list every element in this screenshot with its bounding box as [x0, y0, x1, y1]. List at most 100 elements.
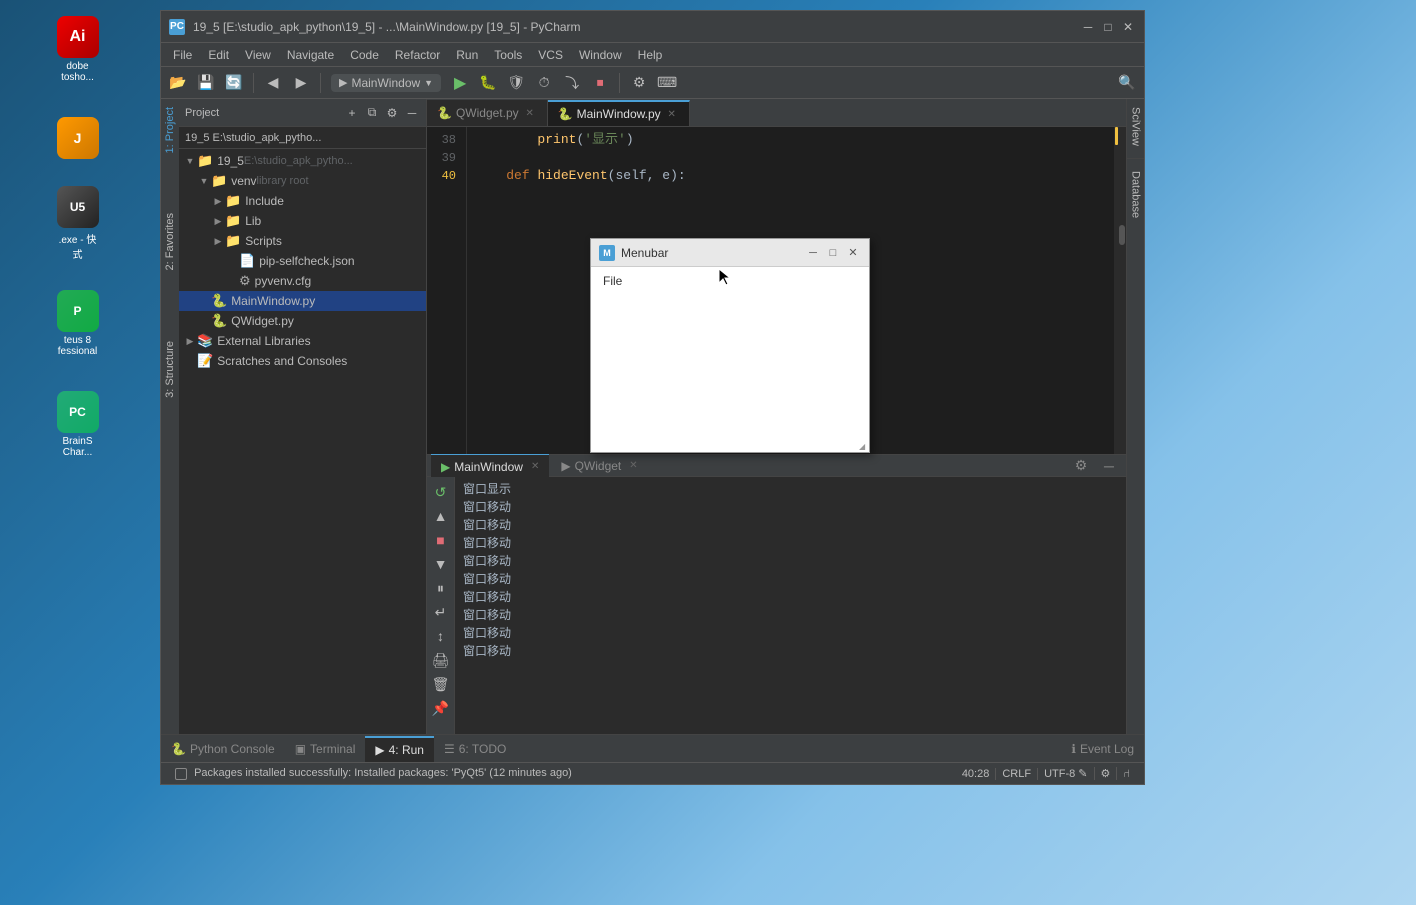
run-config-selector[interactable]: ▶ MainWindow ▼ — [331, 74, 441, 92]
tree-item-lib[interactable]: ▶ 📁 Lib — [179, 211, 426, 231]
run-tab-mainwindow-close[interactable]: ✕ — [531, 461, 539, 472]
terminal-tab[interactable]: ▣ Terminal — [285, 736, 366, 762]
run-up-btn[interactable]: ▲ — [430, 505, 452, 527]
run-scroll-btn[interactable]: ↕ — [430, 625, 452, 647]
tree-item-mainwindow-py[interactable]: 🐍 MainWindow.py — [179, 291, 426, 311]
minimize-button[interactable]: ─ — [1080, 19, 1096, 35]
python-console-tab[interactable]: 🐍 Python Console — [161, 736, 285, 762]
settings-cog-btn[interactable]: ⚙ — [384, 105, 400, 121]
float-close-btn[interactable]: ✕ — [845, 245, 861, 261]
tree-item-include[interactable]: ▶ 📁 Include — [179, 191, 426, 211]
sciview-panel-btn[interactable]: SciView — [1128, 99, 1144, 154]
save-btn[interactable]: 💾 — [193, 70, 219, 96]
stop-run-btn[interactable]: ■ — [430, 529, 452, 551]
tab-qwidget-label: QWidget.py — [456, 106, 519, 120]
sync-btn[interactable]: 🔄 — [221, 70, 247, 96]
float-resize-handle[interactable]: ◢ — [859, 442, 869, 452]
menu-run[interactable]: Run — [448, 46, 486, 64]
run-panel-settings-btn[interactable]: ⚙ — [1068, 453, 1094, 479]
run-pin-btn[interactable]: 📌 — [430, 697, 452, 719]
nav-forward-btn[interactable]: ▶ — [288, 70, 314, 96]
project-tree[interactable]: ▼ 📁 19_5 E:\studio_apk_pytho... ▼ 📁 venv… — [179, 149, 426, 734]
tree-item-pip-selfcheck[interactable]: 📄 pip-selfcheck.json — [179, 251, 426, 271]
tree-item-19_5[interactable]: ▼ 📁 19_5 E:\studio_apk_pytho... — [179, 151, 426, 171]
run-btn[interactable]: ▶ — [447, 70, 473, 96]
java-icon[interactable]: J — [5, 111, 150, 168]
tree-item-venv[interactable]: ▼ 📁 venv library root — [179, 171, 426, 191]
menu-file[interactable]: File — [165, 46, 200, 64]
new-file-btn[interactable]: + — [344, 105, 360, 121]
favorites-panel-toggle[interactable]: 2: Favorites — [162, 209, 178, 274]
float-minimize-btn[interactable]: ─ — [805, 245, 821, 261]
menu-code[interactable]: Code — [342, 46, 387, 64]
menu-window[interactable]: Window — [571, 46, 630, 64]
tab-mainwindow-label: MainWindow.py — [577, 107, 661, 121]
maximize-button[interactable]: □ — [1100, 19, 1116, 35]
floating-menubar-window[interactable]: M Menubar ─ □ ✕ File ◢ — [590, 238, 870, 453]
menu-navigate[interactable]: Navigate — [279, 46, 342, 64]
step-over-btn[interactable]: ⤵ — [559, 70, 585, 96]
rerun-btn[interactable]: ↺ — [430, 481, 452, 503]
scroll-thumb[interactable] — [1119, 225, 1125, 245]
adobe-icon[interactable]: Ai dobe tosho... — [5, 10, 150, 89]
editor-tab-bar: 🐍 QWidget.py ✕ 🐍 MainWindow.py ✕ — [427, 99, 1126, 127]
status-indent[interactable]: ⚙ — [1095, 767, 1118, 780]
profile-btn[interactable]: ⏱ — [531, 70, 557, 96]
debug-btn[interactable]: 🐛 — [475, 70, 501, 96]
open-folder-btn[interactable]: 📂 — [165, 70, 191, 96]
menu-view[interactable]: View — [237, 46, 279, 64]
window-controls[interactable]: ─ □ ✕ — [1080, 19, 1136, 35]
float-maximize-btn[interactable]: □ — [825, 245, 841, 261]
close-button[interactable]: ✕ — [1120, 19, 1136, 35]
tree-item-scripts[interactable]: ▶ 📁 Scripts — [179, 231, 426, 251]
status-encoding[interactable]: UTF-8 ✎ — [1038, 767, 1094, 780]
run-pause-btn[interactable]: ⏸ — [430, 577, 452, 599]
status-message-text: Packages installed successfully: Install… — [194, 767, 572, 779]
tree-item-external-libs[interactable]: ▶ 📚 External Libraries — [179, 331, 426, 351]
extra-btn[interactable]: ⌨ — [654, 70, 680, 96]
bottom-tab-mainwindow[interactable]: ▶ MainWindow ✕ — [431, 453, 549, 479]
status-line-ending[interactable]: CRLF — [996, 768, 1038, 780]
stop-btn[interactable]: ⏹ — [587, 70, 613, 96]
hide-panel-btn[interactable]: ─ — [404, 105, 420, 121]
settings-btn[interactable]: ⚙ — [626, 70, 652, 96]
nav-back-btn[interactable]: ◀ — [260, 70, 286, 96]
menu-edit[interactable]: Edit — [200, 46, 237, 64]
tree-item-qwidget-py[interactable]: 🐍 QWidget.py — [179, 311, 426, 331]
breadcrumb-text: 19_5 E:\studio_apk_pytho... — [185, 132, 321, 144]
tab-qwidget[interactable]: 🐍 QWidget.py ✕ — [427, 100, 548, 126]
tree-item-scratches[interactable]: 📝 Scratches and Consoles — [179, 351, 426, 371]
package-icon — [175, 768, 187, 780]
tab-mainwindow[interactable]: 🐍 MainWindow.py ✕ — [548, 100, 690, 126]
collapse-all-btn[interactable]: ⧉ — [364, 105, 380, 121]
float-menu-file[interactable]: File — [591, 271, 869, 291]
event-log-tab[interactable]: ℹ Event Log — [1061, 736, 1144, 762]
search-everywhere-btn[interactable]: 🔍 — [1114, 70, 1140, 96]
proteus-icon[interactable]: P teus 8 fessional — [5, 284, 150, 363]
run-4-tab[interactable]: ▶ 4: Run — [365, 736, 434, 762]
tab-qwidget-close[interactable]: ✕ — [523, 106, 537, 120]
run-tab-qwidget-close[interactable]: ✕ — [629, 460, 637, 471]
coverage-btn[interactable]: 🛡 — [503, 70, 529, 96]
tab-mainwindow-close[interactable]: ✕ — [665, 107, 679, 121]
status-git[interactable]: ⑁ — [1117, 768, 1136, 780]
menu-refactor[interactable]: Refactor — [387, 46, 448, 64]
menu-help[interactable]: Help — [630, 46, 671, 64]
todo-6-tab[interactable]: ☰ 6: TODO — [434, 736, 516, 762]
unity-icon[interactable]: U5 .exe - 快 式 — [5, 180, 150, 267]
run-wrap-btn[interactable]: ↵ — [430, 601, 452, 623]
tree-item-pyvenv[interactable]: ⚙ pyvenv.cfg — [179, 271, 426, 291]
clion-icon[interactable]: PC BrainS Char... — [5, 385, 150, 464]
menu-tools[interactable]: Tools — [486, 46, 530, 64]
bottom-tab-qwidget[interactable]: ▶ QWidget ✕ — [551, 453, 647, 479]
database-panel-btn[interactable]: Database — [1128, 163, 1144, 226]
structure-panel-toggle[interactable]: 3: Structure — [162, 337, 178, 402]
status-position[interactable]: 40:28 — [956, 768, 997, 780]
project-panel-toggle[interactable]: 1: Project — [162, 103, 178, 157]
editor-scrollbar[interactable] — [1118, 127, 1126, 454]
menu-vcs[interactable]: VCS — [530, 46, 571, 64]
run-clear-btn[interactable]: 🗑 — [430, 673, 452, 695]
run-down-btn[interactable]: ▼ — [430, 553, 452, 575]
run-panel-hide-btn[interactable]: ─ — [1096, 453, 1122, 479]
run-print-btn[interactable]: 🖨 — [430, 649, 452, 671]
